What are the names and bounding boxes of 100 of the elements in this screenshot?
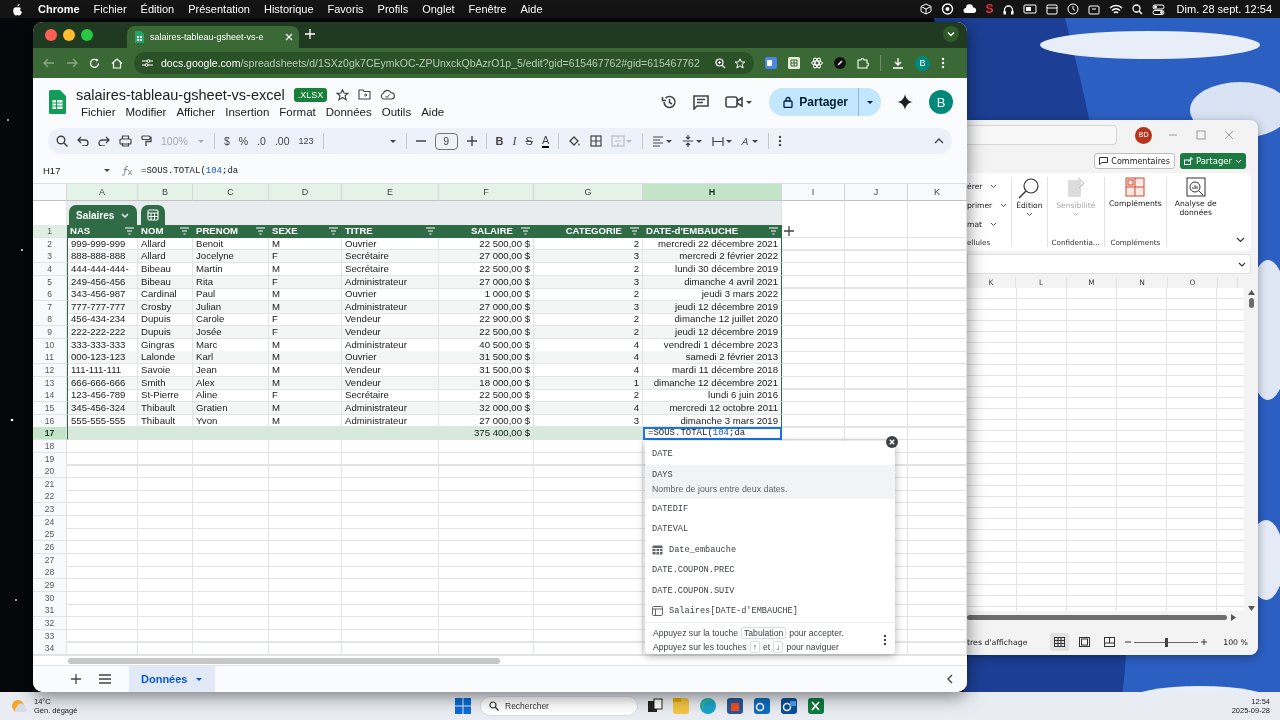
- address-bar[interactable]: docs.google.com/spreadsheets/d/1SXz0gk7CEymkOC-ZPUnxckQbAzrO1p_5/edit?gid=615467762#gid=615467762: [134, 52, 754, 74]
- browser-tab[interactable]: salaires-tableau-gsheet-vs-e: [127, 26, 299, 48]
- scroll-up-icon[interactable]: [1247, 290, 1255, 295]
- menu-item[interactable]: Modifier: [120, 105, 172, 118]
- strikethrough-button[interactable]: S: [525, 135, 533, 147]
- formula-field[interactable]: [967, 254, 1251, 274]
- cloud-icon[interactable]: [380, 89, 396, 100]
- zoom-slider-thumb[interactable]: [1165, 637, 1169, 647]
- star-icon[interactable]: [336, 88, 350, 101]
- filter-icon[interactable]: [329, 227, 338, 235]
- maximize-icon[interactable]: [81, 29, 93, 41]
- italic-button[interactable]: I: [512, 133, 517, 149]
- profile-avatar[interactable]: B: [929, 90, 953, 114]
- row-number[interactable]: 34: [33, 642, 67, 655]
- cloud-icon[interactable]: [962, 4, 977, 14]
- menu-icon[interactable]: [941, 57, 945, 69]
- font-size-field[interactable]: 9: [434, 132, 458, 150]
- menu-item[interactable]: Chrome: [31, 3, 87, 15]
- zoom-in-icon[interactable]: [1201, 639, 1208, 645]
- menu-item[interactable]: Favoris: [320, 3, 371, 15]
- decrease-decimals-button[interactable]: .0: [257, 135, 266, 147]
- mail-icon[interactable]: [780, 697, 798, 715]
- share-button[interactable]: Partager: [1179, 153, 1246, 169]
- menu-item[interactable]: Données: [320, 105, 377, 118]
- close-icon[interactable]: [45, 29, 57, 41]
- column-header[interactable]: H: [643, 184, 782, 201]
- sheet-extension-icon[interactable]: [788, 57, 800, 69]
- translate-icon[interactable]: [765, 57, 777, 69]
- menu-item[interactable]: Outils: [376, 105, 417, 118]
- zoom-icon[interactable]: [715, 57, 726, 69]
- fill-color-icon[interactable]: [568, 134, 582, 148]
- calculator-icon[interactable]: [147, 209, 160, 221]
- text-rotation-button[interactable]: A: [742, 135, 759, 147]
- clock-icon[interactable]: [1066, 3, 1079, 15]
- plus-icon[interactable]: [466, 136, 477, 146]
- add-column-icon[interactable]: [784, 226, 794, 236]
- wifi-icon[interactable]: [1108, 3, 1123, 15]
- formula-field[interactable]: =SOUS.TOTAL(104;da: [141, 165, 239, 176]
- column-header[interactable]: K: [908, 184, 967, 201]
- suggestion-item[interactable]: DATEDIF: [645, 498, 895, 519]
- task-view-icon[interactable]: [647, 698, 663, 714]
- chevron-icon[interactable]: [1238, 261, 1246, 267]
- windows-icon[interactable]: [455, 698, 471, 714]
- reload-icon[interactable]: [89, 57, 100, 69]
- add-sheet-icon[interactable]: [71, 674, 81, 684]
- row-number[interactable]: 22: [33, 490, 67, 504]
- clock[interactable]: Dim. 28 sept. 12:54: [1176, 3, 1272, 15]
- ring-icon[interactable]: [940, 3, 954, 15]
- search-field[interactable]: Rechercher: [480, 696, 638, 716]
- menu-item[interactable]: Historique: [257, 3, 321, 15]
- column-header[interactable]: F: [439, 184, 534, 201]
- filter-icon[interactable]: [521, 227, 530, 235]
- scrollbar[interactable]: [68, 658, 500, 664]
- filter-icon[interactable]: [769, 227, 778, 235]
- suggestion-item[interactable]: DAYS Nombre de jours entre deux dates.: [645, 464, 895, 499]
- more-icon[interactable]: [883, 633, 887, 646]
- filter-icon[interactable]: [256, 227, 265, 235]
- profile-avatar[interactable]: B: [915, 55, 930, 71]
- vertical-align-icon[interactable]: [682, 135, 704, 147]
- normal-view-icon[interactable]: [1053, 637, 1065, 647]
- number-format-button[interactable]: 123: [298, 136, 314, 146]
- row-number[interactable]: 8: [33, 313, 67, 327]
- row-number[interactable]: 31: [33, 604, 67, 618]
- close-icon[interactable]: [886, 436, 898, 448]
- puzzle-icon[interactable]: [857, 57, 869, 69]
- row-number[interactable]: 3: [33, 250, 67, 264]
- cell-editor[interactable]: =SOUS.TOTAL(104;da: [643, 427, 782, 441]
- atom-icon[interactable]: [811, 57, 823, 69]
- sheet-list-icon[interactable]: [99, 674, 111, 684]
- menu-item[interactable]: Afficher: [171, 105, 221, 118]
- name-box[interactable]: H17: [43, 165, 61, 176]
- sparkle-icon[interactable]: [897, 94, 913, 110]
- suggestion-item[interactable]: Date_embauche: [645, 539, 895, 560]
- filter-icon[interactable]: [180, 227, 189, 235]
- document-title[interactable]: salaires-tableau-gsheet-vs-excel: [76, 86, 285, 103]
- suggestion-item[interactable]: DATE.COUPON.PREC: [645, 560, 895, 581]
- row-number[interactable]: 6: [33, 288, 67, 302]
- filter-icon[interactable]: [630, 227, 639, 235]
- display-icon[interactable]: [1022, 3, 1037, 15]
- spreadsheet-icon[interactable]: [807, 697, 825, 715]
- window-icon[interactable]: [1045, 3, 1058, 15]
- folder-icon[interactable]: [358, 89, 372, 100]
- mail-icon[interactable]: [753, 697, 771, 715]
- text-color-button[interactable]: A: [541, 134, 550, 148]
- menu-item[interactable]: Édition: [133, 3, 182, 15]
- row-number[interactable]: 25: [33, 528, 67, 542]
- sheet-tab[interactable]: Données: [129, 665, 216, 692]
- cube-icon[interactable]: [919, 3, 932, 15]
- suggestion-item[interactable]: DATE: [645, 444, 895, 465]
- chevron-icon[interactable]: [1236, 237, 1245, 243]
- menu-item[interactable]: Fichier: [86, 3, 134, 15]
- row-number[interactable]: 14: [33, 389, 67, 403]
- zoom-out-icon[interactable]: [1125, 639, 1132, 645]
- print-icon[interactable]: [119, 135, 132, 147]
- menu-item[interactable]: Profils: [370, 3, 416, 15]
- search-field[interactable]: [967, 125, 1117, 145]
- history-icon[interactable]: [661, 94, 678, 110]
- row-number[interactable]: 20: [33, 465, 67, 479]
- new-tab-icon[interactable]: [305, 29, 315, 39]
- table-name-tab[interactable]: Salaires: [69, 205, 138, 225]
